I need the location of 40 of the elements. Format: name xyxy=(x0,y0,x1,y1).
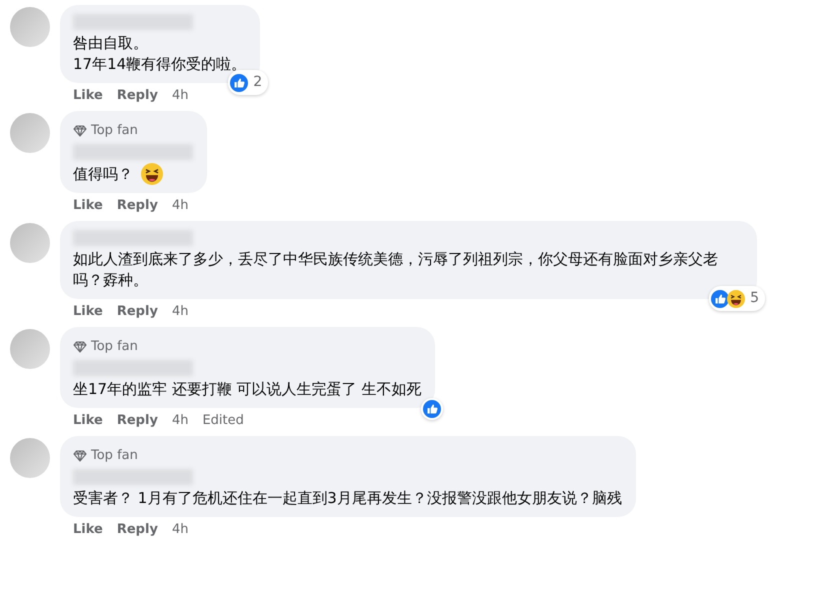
timestamp: 4h xyxy=(172,521,188,538)
diamond-icon xyxy=(73,341,87,354)
reply-link[interactable]: Reply xyxy=(116,303,158,320)
avatar[interactable] xyxy=(10,7,50,47)
laughing-emoji-icon xyxy=(727,290,746,308)
reply-link[interactable]: Reply xyxy=(116,87,158,104)
like-link[interactable]: Like xyxy=(73,87,103,104)
thumbs-up-icon xyxy=(230,74,248,92)
timestamp: 4h xyxy=(172,303,188,320)
diamond-icon xyxy=(73,125,87,138)
reply-link[interactable]: Reply xyxy=(116,412,158,429)
laughing-emoji-icon xyxy=(141,163,163,185)
reply-link[interactable]: Reply xyxy=(116,521,158,538)
timestamp: 4h xyxy=(172,197,188,214)
timestamp: 4h xyxy=(172,87,188,104)
avatar[interactable] xyxy=(10,438,50,478)
top-fan-label: Top fan xyxy=(91,448,138,464)
reaction-count: 5 xyxy=(749,289,760,308)
comment-text: 值得吗？ xyxy=(73,164,133,184)
like-link[interactable]: Like xyxy=(73,197,103,214)
like-link[interactable]: Like xyxy=(73,303,103,320)
avatar[interactable] xyxy=(10,223,50,263)
comment-text: 受害者？ 1月有了危机还住在一起直到3月尾再发生？没报警没跟他女朋友说？脑残 xyxy=(73,488,622,509)
top-fan-label: Top fan xyxy=(91,339,138,356)
thumbs-up-icon xyxy=(423,400,442,418)
reaction-count: 2 xyxy=(252,73,264,92)
comment-text: 坐17年的监牢 还要打鞭 可以说人生完蛋了 生不如死 xyxy=(73,379,422,400)
like-link[interactable]: Like xyxy=(73,412,103,429)
reaction-count-badge[interactable]: 2 xyxy=(228,70,268,95)
timestamp: 4h xyxy=(172,412,188,429)
avatar[interactable] xyxy=(10,113,50,153)
reply-link[interactable]: Reply xyxy=(116,197,158,214)
reaction-count-badge[interactable]: 5 xyxy=(709,286,765,311)
reaction-count-badge[interactable] xyxy=(421,398,444,420)
thumbs-up-icon xyxy=(711,290,730,308)
diamond-icon xyxy=(73,450,87,462)
like-link[interactable]: Like xyxy=(73,521,103,538)
top-fan-label: Top fan xyxy=(91,123,138,140)
avatar[interactable] xyxy=(10,329,50,369)
edited-label: Edited xyxy=(202,412,244,429)
